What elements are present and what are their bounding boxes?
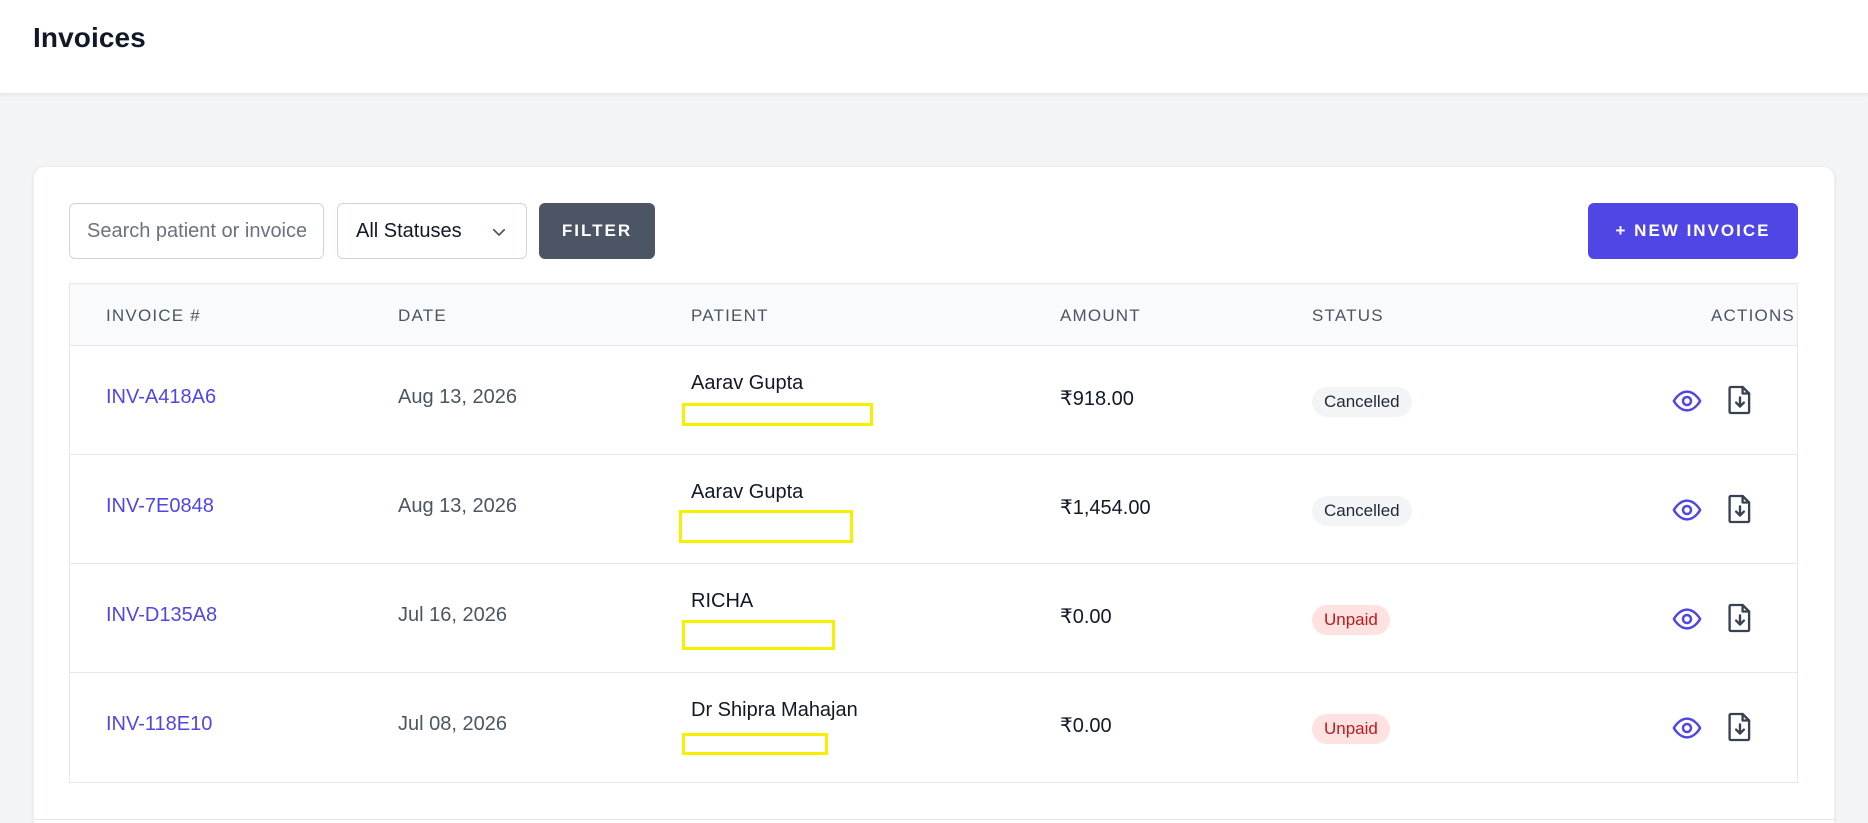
top-bar: Invoices <box>0 0 1868 94</box>
patient-name: Aarav Gupta <box>691 481 804 503</box>
column-header-patient: PATIENT <box>691 306 769 325</box>
invoice-number-link[interactable]: INV-118E10 <box>106 713 212 736</box>
filter-button[interactable]: FILTER <box>539 203 655 259</box>
eye-icon[interactable] <box>1672 495 1702 525</box>
invoice-amount: ₹0.00 <box>1060 715 1112 737</box>
file-download-icon[interactable] <box>1727 493 1753 525</box>
invoice-number-link[interactable]: INV-D135A8 <box>106 604 217 627</box>
invoice-number-link[interactable]: INV-A418A6 <box>106 386 216 409</box>
column-header-date: DATE <box>398 306 447 325</box>
invoice-date: Jul 16, 2026 <box>398 604 507 626</box>
highlight-box <box>679 510 853 543</box>
eye-icon[interactable] <box>1672 604 1702 634</box>
column-header-status: STATUS <box>1312 306 1384 325</box>
invoice-date: Aug 13, 2026 <box>398 495 517 517</box>
invoice-number-link[interactable]: INV-7E0848 <box>106 495 214 518</box>
file-download-icon[interactable] <box>1727 711 1753 743</box>
eye-icon[interactable] <box>1672 386 1702 416</box>
page-title: Invoices <box>33 22 146 53</box>
column-header-actions: ACTIONS <box>1711 306 1795 325</box>
highlight-box <box>682 733 828 755</box>
patient-name: RICHA <box>691 590 754 612</box>
invoices-table: INVOICE # DATE PATIENT AMOUNT STATUS ACT… <box>69 283 1798 783</box>
card-divider <box>34 819 1836 820</box>
status-select-value: All Statuses <box>356 219 462 242</box>
invoice-amount: ₹1,454.00 <box>1060 497 1151 519</box>
invoice-date: Jul 08, 2026 <box>398 713 507 735</box>
invoices-card: All Statuses FILTER + NEW INVOICE INVOIC… <box>33 166 1836 823</box>
table-row: INV-A418A6 Aug 13, 2026 Aarav Gupta ₹918… <box>70 346 1797 455</box>
file-download-icon[interactable] <box>1727 602 1753 634</box>
status-select[interactable]: All Statuses <box>337 203 527 259</box>
status-badge: Unpaid <box>1312 605 1390 635</box>
highlight-box <box>682 403 873 426</box>
invoice-amount: ₹918.00 <box>1060 388 1134 410</box>
file-download-icon[interactable] <box>1727 384 1753 416</box>
invoice-amount: ₹0.00 <box>1060 606 1112 628</box>
search-input[interactable] <box>69 203 324 259</box>
table-row: INV-D135A8 Jul 16, 2026 RICHA ₹0.00 Unpa… <box>70 564 1797 673</box>
status-badge: Cancelled <box>1312 496 1412 526</box>
table-row: INV-7E0848 Aug 13, 2026 Aarav Gupta ₹1,4… <box>70 455 1797 564</box>
column-header-invoice: INVOICE # <box>106 306 201 325</box>
invoice-date: Aug 13, 2026 <box>398 386 517 408</box>
eye-icon[interactable] <box>1672 713 1702 743</box>
status-badge: Unpaid <box>1312 714 1390 744</box>
status-badge: Cancelled <box>1312 387 1412 417</box>
new-invoice-button[interactable]: + NEW INVOICE <box>1588 203 1798 259</box>
column-header-amount: AMOUNT <box>1060 306 1141 325</box>
table-header: INVOICE # DATE PATIENT AMOUNT STATUS ACT… <box>70 284 1797 346</box>
chevron-down-icon <box>492 228 506 236</box>
patient-name: Dr Shipra Mahajan <box>691 699 858 721</box>
highlight-box <box>682 620 835 650</box>
patient-name: Aarav Gupta <box>691 372 804 394</box>
table-row: INV-118E10 Jul 08, 2026 Dr Shipra Mahaja… <box>70 673 1797 782</box>
